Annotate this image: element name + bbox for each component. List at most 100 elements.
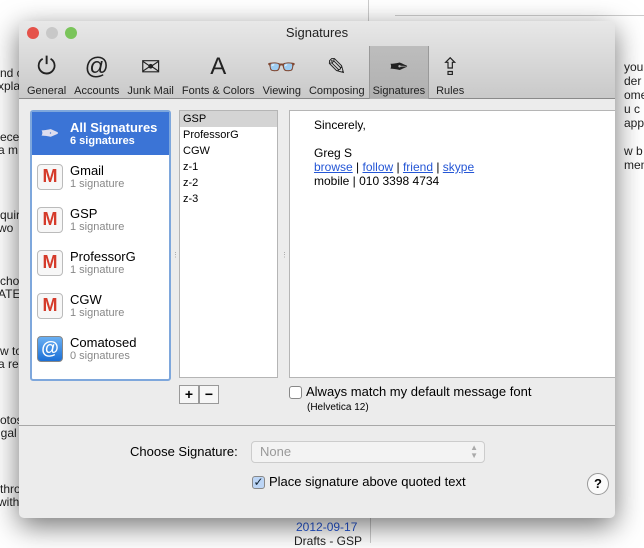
gmail-icon: M bbox=[37, 206, 63, 233]
background-text: w b bbox=[624, 144, 643, 158]
link-friend[interactable]: friend bbox=[403, 160, 433, 174]
pen-icon: ✒ bbox=[40, 120, 60, 146]
signature-text: Sincerely, bbox=[314, 118, 366, 132]
pen-icon: ✒ bbox=[388, 53, 409, 81]
toolbar-junk-mail[interactable]: ✉ Junk Mail bbox=[123, 46, 177, 99]
place-above-checkbox[interactable]: ✓ Place signature above quoted text bbox=[252, 474, 466, 490]
toolbar-rules[interactable]: ⇪ Rules bbox=[429, 46, 471, 99]
background-text: with bbox=[0, 495, 20, 509]
toolbar-signatures[interactable]: ✒ Signatures bbox=[368, 46, 430, 99]
pencil-icon: ✎ bbox=[326, 53, 347, 81]
signature-text: mobile | 010 3398 4734 bbox=[314, 174, 440, 188]
background-text: app bbox=[624, 116, 644, 130]
background-text: thro bbox=[0, 482, 21, 496]
gmail-icon: M bbox=[37, 249, 63, 276]
window-title: Signatures bbox=[285, 25, 349, 40]
link-browse[interactable]: browse bbox=[314, 160, 353, 174]
signature-item[interactable]: ProfessorG bbox=[180, 127, 277, 143]
toolbar-general[interactable]: ⏻ General bbox=[23, 46, 70, 99]
link-separator: | bbox=[393, 160, 403, 174]
remove-signature-button[interactable]: − bbox=[199, 385, 219, 404]
toolbar-label: Rules bbox=[436, 85, 465, 97]
gmail-icon: M bbox=[37, 163, 63, 190]
account-name: ProfessorG bbox=[70, 249, 136, 264]
signature-editor[interactable]: Sincerely, Greg S browse | follow | frie… bbox=[289, 110, 615, 378]
signature-list[interactable]: GSP ProfessorG CGW z-1 z-2 z-3 bbox=[179, 110, 278, 378]
accounts-list[interactable]: ✒ All Signatures 6 signatures M Gmail 1 signa… bbox=[30, 110, 171, 381]
signature-count: 0 signatures bbox=[70, 350, 130, 362]
background-text: you bbox=[624, 60, 644, 74]
account-name: GSP bbox=[70, 206, 98, 221]
toolbar-composing[interactable]: ✎ Composing bbox=[305, 46, 369, 99]
account-name: All Signatures bbox=[70, 120, 158, 135]
gmail-icon: M bbox=[37, 292, 63, 319]
toolbar-label: Signatures bbox=[372, 85, 426, 97]
rules-icon: ⇪ bbox=[440, 53, 461, 81]
signature-text: Greg S bbox=[314, 146, 353, 160]
background-text: xpla bbox=[0, 79, 21, 93]
toolbar-label: Fonts & Colors bbox=[181, 85, 255, 97]
background-text: ATE bbox=[0, 287, 21, 301]
at-icon: @ bbox=[84, 53, 109, 80]
signature-links: browse | follow | friend | skype bbox=[314, 160, 593, 174]
background-folder: Drafts - GSP bbox=[294, 534, 363, 548]
choose-signature-select[interactable]: None ▲ ▼ bbox=[251, 441, 485, 463]
signatures-preferences-window: Signatures ⏻ General @ Accounts ✉ Junk Mail A F… bbox=[19, 21, 615, 518]
signature-count: 1 signature bbox=[70, 178, 125, 190]
account-item[interactable]: M Gmail 1 signature bbox=[32, 155, 169, 198]
signature-count: 6 signatures bbox=[70, 135, 135, 147]
toolbar-label: Viewing bbox=[262, 85, 301, 97]
help-button[interactable]: ? bbox=[587, 473, 609, 495]
checkbox-label: Always match my default message font bbox=[306, 384, 532, 399]
account-item[interactable]: M ProfessorG 1 signature bbox=[32, 241, 169, 284]
background-text: u c bbox=[624, 102, 641, 116]
background-text: der bbox=[624, 74, 642, 88]
choose-signature-label: Choose Signature: bbox=[130, 444, 238, 459]
link-follow[interactable]: follow bbox=[362, 160, 393, 174]
preferences-toolbar: ⏻ General @ Accounts ✉ Junk Mail A Fonts & Colo… bbox=[23, 46, 471, 99]
background-text: ome bbox=[624, 88, 644, 102]
toolbar-fonts-colors[interactable]: A Fonts & Colors bbox=[178, 46, 259, 99]
glasses-icon: 👓 bbox=[266, 53, 297, 81]
switch-icon: ⏻ bbox=[37, 53, 57, 80]
account-item[interactable]: @ Comatosed 0 signatures bbox=[32, 327, 169, 370]
toolbar-label: General bbox=[27, 85, 67, 97]
toolbar-viewing[interactable]: 👓 Viewing bbox=[259, 46, 305, 99]
account-name: CGW bbox=[70, 292, 102, 307]
signature-count: 1 signature bbox=[70, 221, 125, 233]
signature-item[interactable]: GSP bbox=[180, 111, 277, 127]
checkbox-label: Place signature above quoted text bbox=[269, 474, 466, 489]
account-item[interactable]: M CGW 1 signature bbox=[32, 284, 169, 327]
signature-item[interactable]: CGW bbox=[180, 143, 277, 159]
at-icon: @ bbox=[37, 335, 63, 362]
checkbox[interactable] bbox=[289, 386, 302, 400]
background-text: a re bbox=[0, 357, 19, 371]
signature-item[interactable]: z-1 bbox=[180, 159, 277, 175]
split-handle[interactable]: ⋮ bbox=[172, 251, 179, 259]
account-item[interactable]: M GSP 1 signature bbox=[32, 198, 169, 241]
link-separator: | bbox=[433, 160, 443, 174]
signature-count: 1 signature bbox=[70, 264, 125, 276]
split-handle[interactable]: ⋮ bbox=[281, 251, 288, 259]
match-font-checkbox[interactable]: Always match my default message font bbox=[289, 384, 532, 400]
checkbox[interactable]: ✓ bbox=[252, 476, 265, 490]
fonts-icon: A bbox=[210, 53, 227, 80]
divider bbox=[19, 425, 615, 426]
toolbar-accounts[interactable]: @ Accounts bbox=[70, 46, 123, 99]
junk-icon: ✉ bbox=[140, 53, 161, 81]
signature-count: 1 signature bbox=[70, 307, 125, 319]
background-date: 2012-09-17 bbox=[296, 520, 358, 534]
select-value: None bbox=[260, 444, 292, 459]
toolbar-label: Junk Mail bbox=[127, 85, 174, 97]
signature-item[interactable]: z-3 bbox=[180, 191, 277, 207]
background-text: wo bbox=[0, 221, 14, 235]
link-skype[interactable]: skype bbox=[443, 160, 474, 174]
signature-item[interactable]: z-2 bbox=[180, 175, 277, 191]
updown-arrows-icon: ▲ ▼ bbox=[470, 443, 478, 460]
background-text: a m bbox=[0, 143, 19, 157]
link-separator: | bbox=[352, 160, 363, 174]
title-bar: Signatures ⏻ General @ Accounts ✉ Junk Mail A F… bbox=[19, 21, 615, 99]
add-signature-button[interactable]: + bbox=[179, 385, 199, 404]
account-item[interactable]: ✒ All Signatures 6 signatures bbox=[32, 112, 169, 155]
toolbar-label: Composing bbox=[308, 85, 365, 97]
